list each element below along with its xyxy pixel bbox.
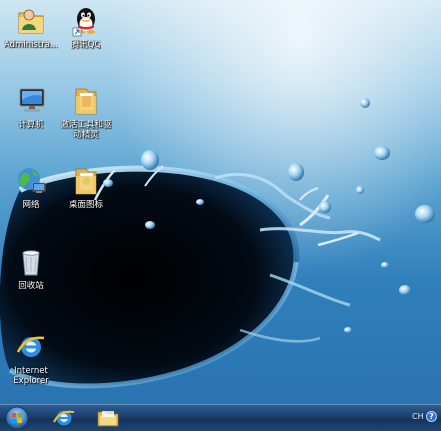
network-icon	[18, 168, 46, 193]
desktop-icon-recycle-bin[interactable]: 回收站	[0, 245, 62, 291]
desktop-icon-label: 激活工具和驱 动精灵	[60, 120, 112, 140]
taskbar-file-explorer-icon[interactable]	[96, 407, 120, 429]
desktop-icon-label: 网络	[22, 200, 40, 210]
desktop-icon-label: Administra...	[3, 40, 59, 50]
desktop-icon-label: 回收站	[18, 281, 44, 291]
language-indicator[interactable]: CH	[412, 412, 424, 421]
desktop-icon-label: 腾讯QQ	[70, 40, 102, 50]
user-folder-icon	[18, 9, 44, 34]
windows-start-orb-icon[interactable]	[4, 406, 30, 430]
taskbar-internet-explorer-icon[interactable]	[52, 407, 76, 429]
taskbar: CH ?	[0, 404, 441, 431]
desktop[interactable]: Administra... 腾讯QQ 计算机 激活工具和驱 动精灵 网络 桌面图…	[0, 0, 441, 404]
qq-penguin-icon	[72, 8, 95, 37]
desktop-icon-label: 桌面图标	[68, 200, 103, 210]
folder-icon	[75, 168, 97, 195]
desktop-icon-activation-tools[interactable]: 激活工具和驱 动精灵	[55, 84, 117, 140]
desktop-icon-label: 计算机	[18, 120, 44, 130]
folder-icon	[75, 88, 97, 115]
desktop-icon-qq[interactable]: 腾讯QQ	[55, 4, 117, 50]
desktop-icon-network[interactable]: 网络	[0, 164, 62, 210]
desktop-icon-desktop-icons[interactable]: 桌面图标	[55, 164, 117, 210]
desktop-icon-label: Internet Explorer	[13, 366, 49, 386]
recycle-bin-icon	[22, 250, 40, 276]
desktop-icon-computer[interactable]: 计算机	[0, 84, 62, 130]
desktop-icon-internet-explorer[interactable]: Internet Explorer	[0, 330, 62, 386]
help-icon[interactable]: ?	[426, 411, 437, 422]
computer-icon	[19, 88, 45, 112]
internet-explorer-icon	[16, 336, 45, 357]
desktop-icon-administrator[interactable]: Administra...	[0, 4, 62, 50]
